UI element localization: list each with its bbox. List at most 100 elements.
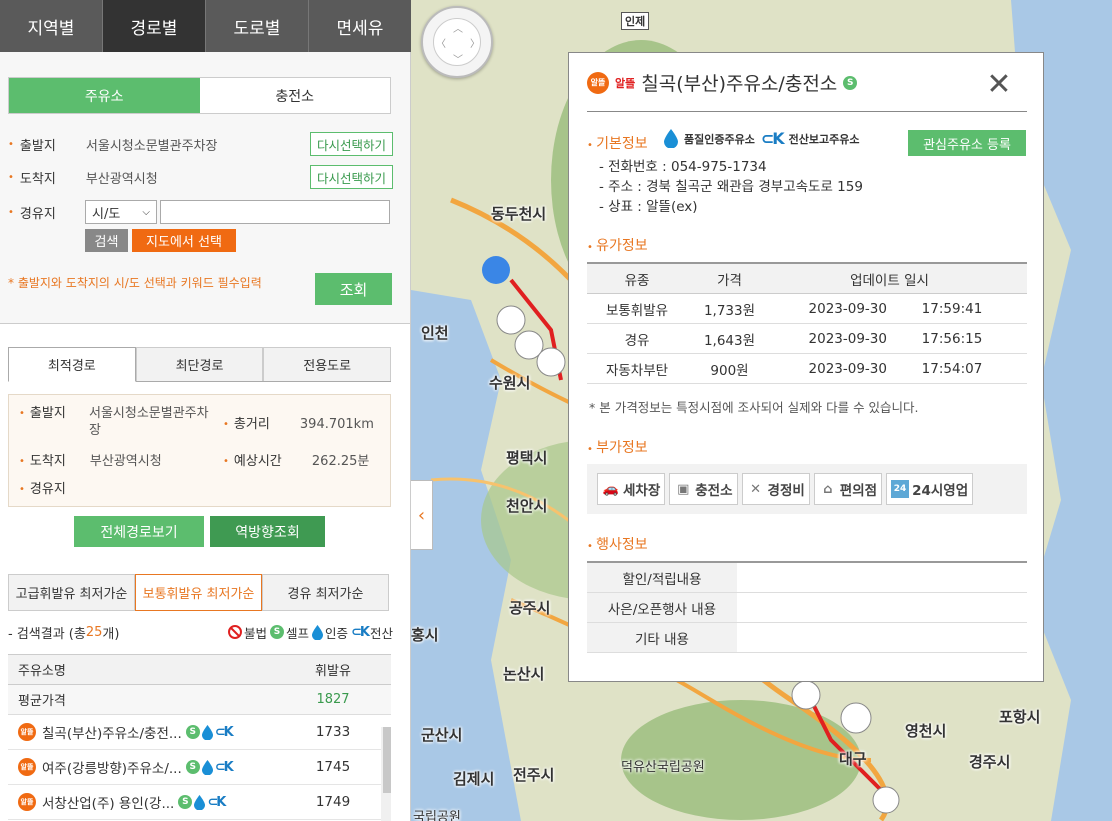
legend-illegal: 불법	[227, 623, 267, 642]
map-label-nonsan: 논산시	[503, 665, 545, 683]
tab-expressway[interactable]: 전용도로	[263, 347, 392, 381]
search-button[interactable]: 검색	[85, 229, 128, 252]
map-label-cheonan: 천안시	[506, 497, 548, 515]
origin-label: 출발지	[19, 138, 56, 154]
avg-row: 평균가격 1827	[8, 685, 391, 715]
amenity-charger: ▣ 충전소	[669, 473, 738, 505]
tab-shortest-route[interactable]: 최단경로	[135, 347, 264, 381]
bullet: •	[8, 138, 14, 150]
bullet: •	[8, 171, 14, 183]
result-suffix: 개)	[102, 626, 120, 642]
tab-taxfree[interactable]: 면세유	[309, 0, 411, 52]
bullet: •	[223, 456, 229, 467]
legend-computerized-label: 전산	[369, 625, 393, 641]
tab-premium-lowest[interactable]: 고급휘발유 최저가순	[8, 574, 135, 611]
via-keyword-input[interactable]	[160, 200, 390, 224]
car-wash-icon: 🚗	[602, 481, 620, 497]
full-route-button[interactable]: 전체경로보기	[74, 516, 204, 547]
tab-regular-lowest[interactable]: 보통휘발유 최저가순	[135, 574, 262, 611]
dest-row: • 도착지 부산광역시청 다시선택하기	[8, 164, 393, 190]
map-label-gimje: 김제시	[453, 770, 495, 788]
station-price: 1733	[315, 724, 351, 740]
quality-drop-icon	[312, 624, 323, 640]
station-name: 서창산업(주) 용인(강...	[42, 796, 175, 812]
phone: - 전화번호 : 054-975-1734	[599, 159, 767, 175]
legend-computerized: ⊂K 전산	[351, 623, 393, 642]
amenities: 🚗 세차장 ▣ 충전소 ✕ 경정비 ⌂ 편의점 24 24시영업	[587, 464, 1027, 514]
origin-reselect-button[interactable]: 다시선택하기	[309, 132, 393, 156]
price-table: 유종 가격 업데이트 일시 보통휘발유 1,733원 2023-09-30 17…	[587, 262, 1027, 384]
legend-self: S 셀프	[269, 623, 309, 642]
charger-icon: ▣	[677, 481, 690, 497]
origin-row: • 출발지 서울시청소문별관주차장 다시선택하기	[8, 131, 393, 157]
self-service-icon: S	[178, 795, 193, 809]
map-label-daegu: 대구	[839, 750, 867, 768]
amenity-maintenance: ✕ 경정비	[741, 473, 810, 505]
section-event-heading: 행사정보	[587, 534, 648, 554]
tab-gas-station[interactable]: 주유소	[9, 78, 200, 113]
event-label: 기타 내용	[587, 623, 737, 652]
tab-route[interactable]: 경로별	[103, 0, 206, 52]
event-row: 사은/오픈행사 내용	[587, 593, 1027, 623]
quality-badge-label: 품질인증주유소	[684, 132, 755, 146]
summary-via-label: 경유지	[29, 482, 66, 497]
table-row[interactable]: 알뜰 칠곡(부산)주유소/충전... S ⊂K 1733	[8, 715, 391, 750]
self-service-icon: S	[843, 75, 858, 90]
table-row[interactable]: 알뜰 여주(강릉방향)주유소/... S ⊂K 1745	[8, 750, 391, 785]
sido-select[interactable]: 시/도 ⌵	[85, 200, 157, 224]
route-summary: • 출발지 서울시청소문별관주차장 • 총거리 394.701km • 도착지 …	[8, 394, 391, 507]
close-icon[interactable]: ✕	[985, 70, 1013, 101]
col-fuel-type: 유종	[624, 272, 650, 289]
bullet: •	[19, 456, 25, 467]
fuel-price: 1,733원	[703, 302, 756, 319]
result-scrollbar[interactable]	[381, 727, 391, 821]
summary-time: • 예상시간 262.25분	[223, 453, 369, 470]
tab-road[interactable]: 도로별	[206, 0, 309, 52]
pan-right-icon[interactable]: 〉	[470, 35, 480, 50]
pan-up-icon[interactable]: ︿	[453, 20, 463, 35]
pan-inner: ︿ ﹀ 〈 〉	[433, 18, 481, 66]
update-date: 2023-09-30	[808, 330, 887, 347]
legend-certified-label: 인증	[325, 625, 349, 641]
dest-reselect-button[interactable]: 다시선택하기	[309, 165, 393, 189]
amenity-store: ⌂ 편의점	[813, 473, 883, 505]
pan-left-icon[interactable]: 〈	[436, 35, 446, 50]
self-service-icon: S	[185, 760, 200, 774]
station-name: 칠곡(부산)주유소/충전...	[42, 726, 182, 742]
dest-label: 도착지	[19, 171, 56, 187]
event-value	[737, 563, 1027, 592]
station-detail-popup: 알뜰 알뜰 칠곡(부산)주유소/충전소 S ✕ 기본정보 품질인증주유소 ⊂K …	[568, 52, 1044, 682]
popup-brand: 알뜰	[615, 76, 636, 90]
self-service-icon: S	[269, 625, 284, 639]
tab-charging-station[interactable]: 충전소	[199, 78, 390, 113]
price-disclaimer: * 본 가격정보는 특정시점에 조사되어 실제와 다를 수 있습니다.	[589, 400, 919, 415]
tab-diesel-lowest[interactable]: 경유 최저가순	[262, 574, 389, 611]
fuel-price: 1,643원	[703, 332, 756, 349]
dest-value: 부산광역시청	[85, 171, 158, 187]
update-time: 17:59:41	[921, 300, 983, 317]
tab-region[interactable]: 지역별	[0, 0, 103, 52]
price-row: 보통휘발유 1,733원 2023-09-30 17:59:41	[587, 294, 1027, 324]
collapse-panel-button[interactable]: ‹	[411, 480, 433, 550]
map-pan-control[interactable]: ︿ ﹀ 〈 〉	[421, 6, 493, 78]
top-nav: 지역별 경로별 도로별 면세유	[0, 0, 411, 52]
map-label-pyeongtaek: 평택시	[506, 449, 548, 467]
origin-value: 서울시청소문별관주차장	[85, 138, 218, 154]
tab-optimal-route[interactable]: 최적경로	[8, 347, 136, 382]
pan-down-icon[interactable]: ﹀	[453, 51, 463, 66]
computerized-icon: ⊂K	[760, 129, 785, 148]
favorite-register-button[interactable]: 관심주유소 등록	[908, 130, 1026, 156]
station-price: 1749	[315, 794, 351, 810]
map-label-dongducheon: 동두천시	[491, 205, 547, 223]
fuel-type: 경유	[624, 332, 650, 349]
reverse-route-button[interactable]: 역방향조회	[210, 516, 325, 547]
table-row[interactable]: 알뜰 서창산업(주) 용인(강... S ⊂K 1749	[8, 785, 391, 820]
submit-button[interactable]: 조회	[315, 273, 392, 305]
section-price-heading: 유가정보	[587, 235, 648, 255]
price-row: 경유 1,643원 2023-09-30 17:56:15	[587, 324, 1027, 354]
scrollbar-thumb[interactable]	[383, 727, 391, 793]
map-label-incheon: 인천	[421, 324, 449, 342]
map-select-button[interactable]: 지도에서 선택	[132, 229, 236, 252]
section-extra-heading: 부가정보	[587, 437, 648, 457]
result-count: 25	[85, 624, 103, 640]
